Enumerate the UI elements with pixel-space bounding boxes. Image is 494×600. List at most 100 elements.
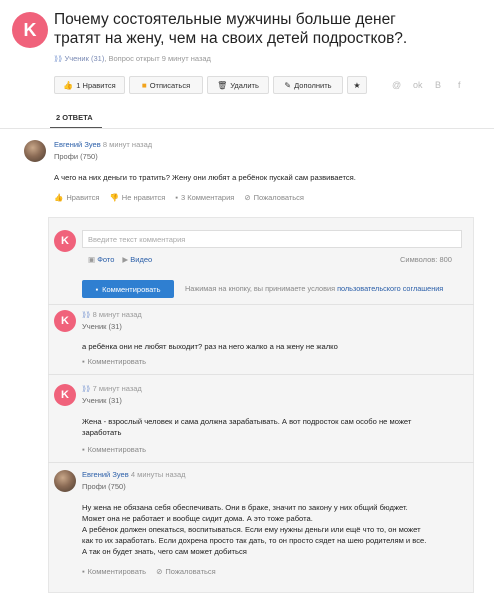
divider xyxy=(48,462,474,463)
answer-like-action[interactable]: 👍 Нравится xyxy=(54,193,99,202)
comment-text-line: А ребёнок должен опекаться, воспитыватьс… xyxy=(82,525,421,534)
answer-header: Евгений Зуев 8 минут назад xyxy=(54,140,152,149)
answer-user-avatar[interactable] xyxy=(24,140,46,162)
video-icon: ▶ xyxy=(122,255,129,264)
level-dots-icon: ⟫⟫ xyxy=(54,54,63,63)
photo-icon: ▣ xyxy=(88,255,96,264)
level-dots-icon: ⟫⟫ xyxy=(82,310,91,319)
comment-user-avatar[interactable] xyxy=(54,470,76,492)
comment-header: ⟫⟫ 7 минут назад xyxy=(82,384,142,393)
comment-icon: ▪ xyxy=(82,445,85,454)
submit-comment-label: Комментировать xyxy=(102,284,161,294)
reply-comment-action[interactable]: ▪ Комментировать xyxy=(82,357,146,366)
comment-header: Евгений Зуев 4 минуты назад xyxy=(82,470,186,479)
comment-header: ⟫⟫ 8 минут назад xyxy=(82,310,142,319)
comment-avatar[interactable]: K xyxy=(54,310,76,332)
answer-user-level: Профи (750) xyxy=(54,152,98,161)
thumb-up-icon: 👍 xyxy=(54,193,64,202)
terms-text: Нажимая на кнопку, вы принимаете условия xyxy=(185,284,336,293)
answer-actions: 👍 Нравится 👎 Не нравится ▪ 3 Комментария ⊘ П… xyxy=(54,193,304,202)
report-comment-action[interactable]: ⊘ Пожаловаться xyxy=(156,567,216,576)
ok-share-icon[interactable]: ok xyxy=(413,80,423,90)
reply-comment-label: Комментировать xyxy=(87,445,147,454)
reply-comment-action[interactable]: ▪ Комментировать xyxy=(82,445,146,454)
question-meta: ⟫⟫ Ученик (31), Вопрос открыт 9 минут на… xyxy=(54,54,211,63)
comment-attachments: ▣ Фото ▶ Видео xyxy=(88,255,152,264)
comment-time: 7 минут назад xyxy=(92,384,142,393)
answer-dislike-action[interactable]: 👎 Не нравится xyxy=(109,193,165,202)
comment-text-line: Может она не работает и вообще сидит дом… xyxy=(82,514,313,523)
comment-time: 8 минут назад xyxy=(92,310,142,319)
comment-actions: ▪ Комментировать ⊘ Пожаловаться xyxy=(82,567,216,576)
favorite-button[interactable]: ★ xyxy=(347,76,367,94)
comment-text-line: как то их заработать. Если дохрена прост… xyxy=(82,536,427,545)
vk-share-icon[interactable]: B xyxy=(435,80,441,90)
comment-form-avatar: K xyxy=(54,230,76,252)
question-author-avatar[interactable]: K xyxy=(12,12,48,48)
terms-link[interactable]: пользовательского соглашения xyxy=(337,284,443,293)
divider xyxy=(48,304,474,305)
comment-avatar[interactable]: K xyxy=(54,384,76,406)
comment-user-level: Ученик (31) xyxy=(82,322,122,331)
comment-user-level: Профи (750) xyxy=(82,482,126,491)
unsubscribe-button-label: Отписаться xyxy=(149,80,191,90)
answer-user-name[interactable]: Евгений Зуев xyxy=(54,140,101,149)
comment-actions: ▪ Комментировать xyxy=(82,357,146,366)
photo-label: Фото xyxy=(97,255,115,264)
video-label: Видео xyxy=(130,255,153,264)
delete-button[interactable]: 🗑 Удалить xyxy=(207,76,269,94)
question-meta-text: , Вопрос открыт 9 минут назад xyxy=(104,54,211,63)
answer-comments-action[interactable]: ▪ 3 Комментария xyxy=(175,193,234,202)
report-comment-label: Пожаловаться xyxy=(165,567,216,576)
answer-time: 8 минут назад xyxy=(102,140,153,149)
reply-comment-action[interactable]: ▪ Комментировать xyxy=(82,567,146,576)
answer-text: А чего на них деньги то тратить? Жену он… xyxy=(54,173,356,182)
bookmark-icon: ■ xyxy=(141,80,147,90)
pencil-icon: ✎ xyxy=(284,80,292,90)
submit-comment-button[interactable]: ▪ Комментировать xyxy=(82,280,174,298)
comment-icon: ▪ xyxy=(82,357,85,366)
level-dots-icon: ⟫⟫ xyxy=(82,384,91,393)
reply-comment-label: Комментировать xyxy=(87,357,147,366)
terms-notice: Нажимая на кнопку, вы принимаете условия… xyxy=(185,284,443,293)
comment-time: 4 минуты назад xyxy=(130,470,186,479)
tabs-divider xyxy=(0,128,494,129)
comment-text-line: Жена - взрослый человек и сама должна за… xyxy=(82,417,412,426)
comment-icon: ▪ xyxy=(175,193,178,202)
avatar-letter: K xyxy=(23,19,37,40)
unsubscribe-button[interactable]: ■ Отписаться xyxy=(129,76,203,94)
add-details-button-label: Дополнить xyxy=(294,80,332,90)
comment-text-line: заработать xyxy=(82,428,122,437)
comment-input[interactable]: Введите текст комментария xyxy=(82,230,462,248)
trash-icon: 🗑 xyxy=(217,80,228,90)
comment-text: а ребёнка они не любят выходит? раз на н… xyxy=(82,342,338,351)
add-photo-action[interactable]: ▣ Фото xyxy=(88,255,114,264)
like-button[interactable]: 👍 1 Нравится xyxy=(54,76,125,94)
thumb-up-icon: 👍 xyxy=(63,80,74,90)
thumb-down-icon: 👎 xyxy=(109,193,119,202)
divider xyxy=(48,374,474,375)
answer-report-label: Пожаловаться xyxy=(253,193,304,202)
comment-icon: ▪ xyxy=(82,567,85,576)
avatar-letter: K xyxy=(61,235,69,247)
question-author-link[interactable]: Ученик (31) xyxy=(64,54,104,63)
char-counter: Символов: 800 xyxy=(400,255,452,264)
report-icon: ⊘ xyxy=(156,567,163,576)
answer-comments-label: 3 Комментария xyxy=(180,193,235,202)
comment-text-line: А так он будет знать, чего сам может доб… xyxy=(82,547,247,556)
add-details-button[interactable]: ✎ Дополнить xyxy=(273,76,343,94)
star-icon: ★ xyxy=(353,80,361,90)
reply-comment-label: Комментировать xyxy=(87,567,147,576)
answer-dislike-label: Не нравится xyxy=(121,193,166,202)
answer-like-label: Нравится xyxy=(66,193,100,202)
mail-share-icon[interactable]: @ xyxy=(392,80,401,90)
add-video-action[interactable]: ▶ Видео xyxy=(122,255,152,264)
answer-report-action[interactable]: ⊘ Пожаловаться xyxy=(244,193,304,202)
avatar-letter: K xyxy=(61,315,69,327)
tab-answers[interactable]: 2 ОТВЕТА xyxy=(56,113,93,122)
facebook-share-icon[interactable]: f xyxy=(458,80,461,90)
comment-text-line: Ну жена не обязана себя обеспечивать. Он… xyxy=(82,503,408,512)
comment-icon: ▪ xyxy=(95,284,99,294)
comment-actions: ▪ Комментировать xyxy=(82,445,146,454)
comment-user-name[interactable]: Евгений Зуев xyxy=(82,470,129,479)
